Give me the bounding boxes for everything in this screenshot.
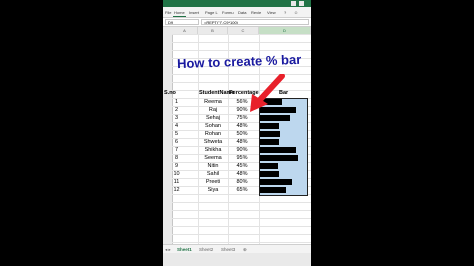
red-arrow-icon [250, 74, 285, 112]
cell-student-name[interactable]: Sehaj [198, 114, 228, 122]
percent-bar [260, 139, 279, 145]
add-sheet-icon[interactable]: ◂ ▸ [165, 246, 171, 253]
help-icon[interactable]: ? [283, 9, 287, 16]
percent-bar [260, 115, 290, 121]
new-sheet-icon[interactable]: ⊕ [243, 246, 247, 253]
cell-percentage[interactable]: 48% [228, 138, 256, 146]
tab-file[interactable]: File [164, 9, 172, 16]
cell-student-name[interactable]: Nitin [198, 162, 228, 170]
cell-sno[interactable]: 2 [163, 106, 190, 114]
tab-data[interactable]: Data [237, 9, 247, 16]
cell-student-name[interactable]: Seema [198, 154, 228, 162]
cell-sno[interactable]: 11 [163, 178, 190, 186]
tab-formulas[interactable]: Formu [221, 9, 235, 16]
percent-bar [260, 147, 296, 153]
percent-bar [260, 155, 298, 161]
percent-bar [260, 123, 279, 129]
formula-bar: D9 =REPT("|",C9*100) [163, 18, 311, 27]
formula-input[interactable]: =REPT("|",C9*100) [201, 19, 309, 25]
tab-insert[interactable]: Insert [188, 9, 200, 16]
cell-sno[interactable]: 3 [163, 114, 190, 122]
sheet-tab-2[interactable]: Sheet2 [199, 246, 213, 253]
tab-home[interactable]: Home [173, 9, 186, 17]
cell-sno[interactable]: 7 [163, 146, 190, 154]
percent-bar [260, 131, 280, 137]
cell-sno[interactable]: 10 [163, 170, 190, 178]
column-header-a[interactable]: A [172, 27, 198, 34]
cell-student-name[interactable]: Shikha [198, 146, 228, 154]
cell-percentage[interactable]: 45% [228, 162, 256, 170]
title-bar [163, 0, 311, 7]
cell-sno[interactable]: 8 [163, 154, 190, 162]
cell-percentage[interactable]: 65% [228, 186, 256, 194]
column-header-b[interactable]: B [198, 27, 228, 34]
close-icon[interactable] [299, 1, 304, 6]
tab-view[interactable]: View [266, 9, 277, 16]
cell-student-name[interactable]: Sohan [198, 122, 228, 130]
cell-percentage[interactable]: 48% [228, 170, 256, 178]
percent-bar [260, 179, 292, 185]
cell-sno[interactable]: 5 [163, 130, 190, 138]
cell-percentage[interactable]: 90% [228, 146, 256, 154]
cell-sno[interactable]: 6 [163, 138, 190, 146]
cell-student-name[interactable]: Raj [198, 106, 228, 114]
cell-percentage[interactable]: 50% [228, 130, 256, 138]
excel-window: File Home Insert Page L Formu Data Revie… [163, 0, 311, 266]
column-header-d[interactable]: D [259, 27, 311, 34]
cell-student-name[interactable]: Rohan [198, 130, 228, 138]
cell-student-name[interactable]: Siya [198, 186, 228, 194]
cell-sno[interactable]: 12 [163, 186, 190, 194]
column-header-c[interactable]: C [228, 27, 259, 34]
cell-sno[interactable]: 1 [163, 98, 190, 106]
tab-page-layout[interactable]: Page L [204, 9, 219, 16]
tab-review[interactable]: Revie [250, 9, 262, 16]
cell-percentage[interactable]: 80% [228, 178, 256, 186]
name-box[interactable]: D9 [165, 19, 199, 25]
cell-percentage[interactable]: 75% [228, 114, 256, 122]
percent-bar [260, 171, 279, 177]
cell-sno[interactable]: 9 [163, 162, 190, 170]
cell-percentage[interactable]: 48% [228, 122, 256, 130]
cell-percentage[interactable]: 95% [228, 154, 256, 162]
minimize-icon[interactable] [291, 1, 296, 6]
status-bar [163, 253, 311, 266]
sheet-tab-3[interactable]: Sheet3 [221, 246, 235, 253]
percent-bar [260, 187, 286, 193]
percent-bar [260, 163, 278, 169]
cell-student-name[interactable]: Sahil [198, 170, 228, 178]
cell-student-name[interactable]: Reema [198, 98, 228, 106]
share-icon[interactable]: ☺ [293, 9, 299, 16]
cell-sno[interactable]: 4 [163, 122, 190, 130]
ribbon-tabs: File Home Insert Page L Formu Data Revie… [163, 7, 311, 18]
header-sno: S.no [164, 90, 176, 96]
cell-student-name[interactable]: Preeti [198, 178, 228, 186]
cell-student-name[interactable]: Shweta [198, 138, 228, 146]
